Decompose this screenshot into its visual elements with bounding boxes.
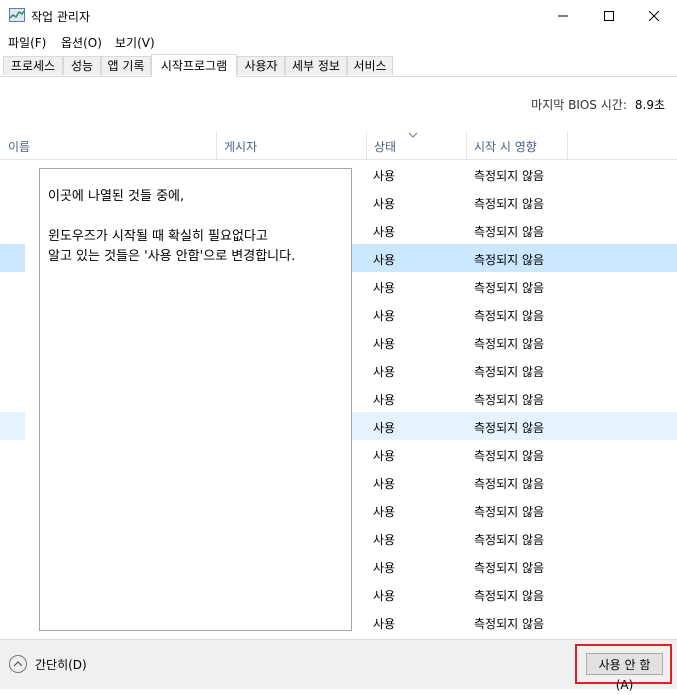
column-name[interactable]: 이름 <box>0 132 216 159</box>
tab-users[interactable]: 사용자 <box>237 56 285 75</box>
impact-cell: 측정되지 않음 <box>474 477 545 491</box>
status-cell: 사용 <box>373 281 396 295</box>
column-divider[interactable] <box>567 132 568 159</box>
tab-startup[interactable]: 시작프로그램 <box>151 54 237 77</box>
row-highlight <box>0 244 25 272</box>
tab-strip: 프로세스 성능 앱 기록 시작프로그램 사용자 세부 정보 서비스 <box>0 54 677 77</box>
annotation-note: 이곳에 나열된 것들 중에, 윈도우즈가 시작될 때 확실히 필요없다고 알고 … <box>39 168 352 631</box>
status-cell: 사용 <box>373 197 396 211</box>
row-highlight <box>0 412 25 440</box>
tab-services[interactable]: 서비스 <box>347 56 393 75</box>
status-cell: 사용 <box>373 589 396 603</box>
status-cell: 사용 <box>373 393 396 407</box>
column-publisher[interactable]: 게시자 <box>216 132 366 159</box>
note-line: 윈도우즈가 시작될 때 확실히 필요없다고 <box>48 229 268 244</box>
tab-processes[interactable]: 프로세스 <box>3 56 63 75</box>
impact-cell: 측정되지 않음 <box>474 365 545 379</box>
impact-cell: 측정되지 않음 <box>474 449 545 463</box>
minimize-button[interactable] <box>540 0 586 31</box>
status-cell: 사용 <box>373 477 396 491</box>
bios-time: 마지막 BIOS 시간: 8.9초 <box>531 96 665 113</box>
status-cell: 사용 <box>373 365 396 379</box>
impact-cell: 측정되지 않음 <box>474 393 545 407</box>
tab-details[interactable]: 세부 정보 <box>285 56 347 75</box>
impact-cell: 측정되지 않음 <box>474 169 545 183</box>
tab-performance[interactable]: 성능 <box>63 56 101 75</box>
impact-cell: 측정되지 않음 <box>474 281 545 295</box>
window-title: 작업 관리자 <box>31 10 91 24</box>
footer-bar: 간단히(D) 사용 안 함(A) <box>0 639 677 692</box>
impact-cell: 측정되지 않음 <box>474 617 545 631</box>
status-cell: 사용 <box>373 617 396 631</box>
impact-cell: 측정되지 않음 <box>474 197 545 211</box>
status-cell: 사용 <box>373 309 396 323</box>
minimize-icon <box>558 15 568 16</box>
close-icon <box>649 10 659 21</box>
impact-cell: 측정되지 않음 <box>474 421 545 435</box>
fewer-details-label: 간단히(D) <box>35 657 87 672</box>
sort-descending-icon <box>408 132 418 138</box>
status-cell: 사용 <box>373 421 396 435</box>
impact-cell: 측정되지 않음 <box>474 589 545 603</box>
status-cell: 사용 <box>373 225 396 239</box>
highlight-frame: 사용 안 함(A) <box>575 644 672 692</box>
disable-button[interactable]: 사용 안 함(A) <box>586 653 663 692</box>
note-line: 알고 있는 것들은 '사용 안함'으로 변경합니다. <box>48 249 296 264</box>
title-bar: 작업 관리자 <box>0 0 677 31</box>
column-header: 이름 게시자 상태 시작 시 영향 <box>0 132 677 160</box>
status-cell: 사용 <box>373 169 396 183</box>
bios-time-label: 마지막 BIOS 시간: <box>531 98 627 112</box>
note-line: 이곳에 나열된 것들 중에, <box>48 189 185 204</box>
impact-cell: 측정되지 않음 <box>474 505 545 519</box>
impact-cell: 측정되지 않음 <box>474 337 545 351</box>
close-button[interactable] <box>631 0 677 31</box>
column-impact[interactable]: 시작 시 영향 <box>466 132 568 159</box>
status-cell: 사용 <box>373 561 396 575</box>
tab-app-history[interactable]: 앱 기록 <box>101 56 151 75</box>
chevron-up-icon <box>9 655 27 673</box>
menu-view[interactable]: 보기(V) <box>115 34 155 51</box>
maximize-icon <box>604 10 614 21</box>
impact-cell: 측정되지 않음 <box>474 253 545 267</box>
maximize-button[interactable] <box>586 0 632 31</box>
impact-cell: 측정되지 않음 <box>474 225 545 239</box>
status-cell: 사용 <box>373 253 396 267</box>
bios-time-value: 8.9초 <box>634 98 665 112</box>
impact-cell: 측정되지 않음 <box>474 561 545 575</box>
task-manager-icon <box>9 8 25 22</box>
impact-cell: 측정되지 않음 <box>474 533 545 547</box>
status-cell: 사용 <box>373 449 396 463</box>
status-cell: 사용 <box>373 533 396 547</box>
menu-options[interactable]: 옵션(O) <box>61 34 102 51</box>
status-cell: 사용 <box>373 505 396 519</box>
status-cell: 사용 <box>373 337 396 351</box>
menu-bar: 파일(F) 옵션(O) 보기(V) <box>0 31 677 51</box>
impact-cell: 측정되지 않음 <box>474 309 545 323</box>
menu-file[interactable]: 파일(F) <box>8 34 46 51</box>
fewer-details-toggle[interactable]: 간단히(D) <box>9 655 87 673</box>
